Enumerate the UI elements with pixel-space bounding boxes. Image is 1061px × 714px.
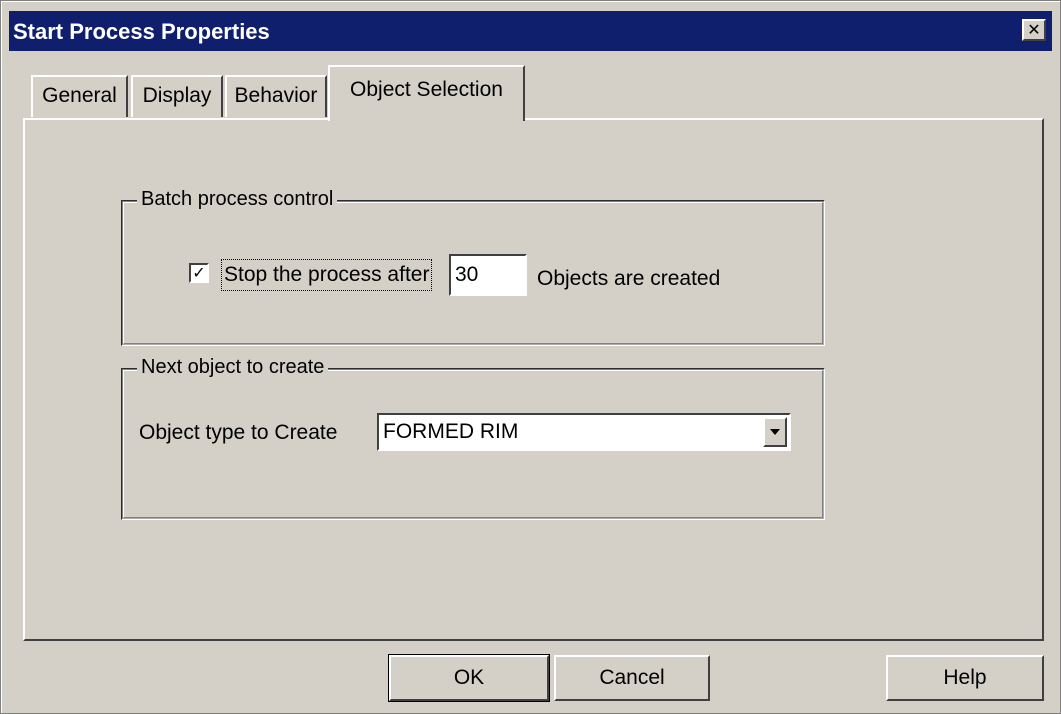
tab-object-selection[interactable]: Object Selection (328, 65, 525, 121)
tab-display[interactable]: Display (131, 75, 223, 117)
object-type-value: FORMED RIM (383, 420, 519, 443)
count-suffix-label: Objects are created (537, 267, 721, 290)
close-icon: ✕ (1027, 20, 1041, 39)
next-group-legend: Next object to create (137, 356, 329, 379)
stop-process-checkbox[interactable]: ✓ (189, 263, 209, 283)
properties-dialog: Start Process Properties ✕ General Displ… (0, 0, 1061, 714)
object-type-label: Object type to Create (139, 421, 338, 444)
object-type-select[interactable]: FORMED RIM (377, 413, 791, 451)
dropdown-button[interactable] (763, 417, 787, 447)
title-bar[interactable]: Start Process Properties ✕ (9, 11, 1052, 51)
object-count-input[interactable]: 30 (449, 254, 527, 296)
chevron-down-icon (770, 429, 780, 435)
checkmark-icon: ✓ (192, 263, 206, 282)
tab-panel-object-selection: Batch process control Next object to cre… (23, 118, 1044, 641)
tab-general[interactable]: General (31, 75, 128, 117)
batch-group-legend: Batch process control (137, 188, 338, 211)
stop-process-label[interactable]: Stop the process after (221, 259, 433, 291)
close-button[interactable]: ✕ (1022, 19, 1046, 41)
help-button[interactable]: Help (886, 655, 1044, 701)
dialog-title: Start Process Properties (13, 19, 270, 44)
cancel-button[interactable]: Cancel (554, 655, 710, 701)
ok-button[interactable]: OK (388, 654, 550, 702)
tab-behavior[interactable]: Behavior (225, 75, 327, 117)
